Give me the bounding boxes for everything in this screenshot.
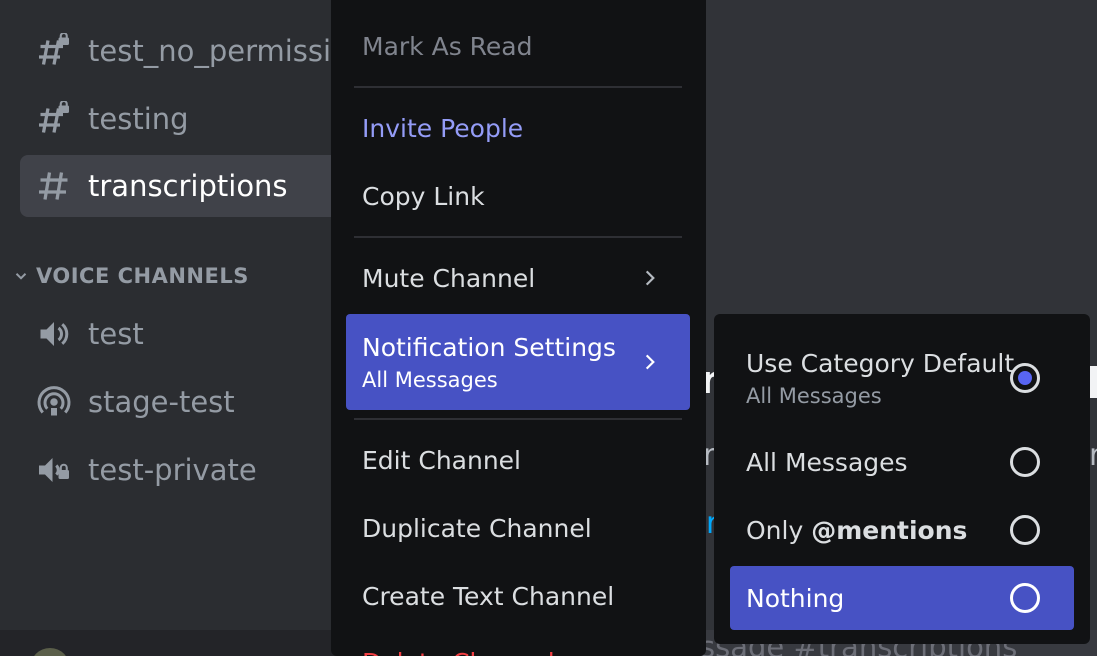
menu-item-notification-settings[interactable]: Notification Settings All Messages [346,314,690,410]
option-label-prefix: Only [746,515,804,545]
menu-item-label: Notification Settings [362,332,616,362]
menu-item-delete-channel[interactable]: Delete Channel [346,628,690,656]
menu-item-invite-people[interactable]: Invite People [346,98,690,158]
menu-item-duplicate-channel[interactable]: Duplicate Channel [346,498,690,558]
menu-item-create-text-channel[interactable]: Create Text Channel [346,566,690,626]
menu-item-copy-link[interactable]: Copy Link [346,166,690,226]
speaker-lock-icon [36,452,72,488]
category-label: VOICE CHANNELS [36,264,249,288]
channel-item-test-no-permissions[interactable]: test_no_permissions [20,20,382,82]
menu-item-edit-channel[interactable]: Edit Channel [346,430,690,490]
radio-icon[interactable] [1010,447,1040,477]
option-label-mentions: @mentions [811,515,968,545]
option-label: Use Category Default [746,348,1015,378]
channel-label: test [88,317,144,351]
option-use-category-default[interactable]: Use Category Default All Messages [730,330,1074,426]
channel-item-transcriptions[interactable]: transcriptions [20,155,350,217]
menu-item-mute-channel[interactable]: Mute Channel [346,248,690,308]
channel-context-menu: Mark As Read Invite People Copy Link Mut… [331,0,706,656]
option-label: All Messages [746,447,908,477]
channel-item-testing[interactable]: testing [20,88,350,150]
welcome-text-fragment-right: r [1089,438,1097,473]
avatar[interactable] [30,648,70,656]
menu-item-label: Mute Channel [362,263,536,293]
hashtag-icon [36,168,72,204]
category-voice-channels[interactable]: VOICE CHANNELS [12,260,249,292]
channel-label: test-private [88,453,257,487]
channel-label: testing [88,102,189,136]
menu-separator [354,86,682,88]
option-sublabel: All Messages [746,383,882,408]
channel-item-stage-test[interactable]: stage-test [20,371,350,433]
speaker-icon [36,316,72,352]
option-all-messages[interactable]: All Messages [730,430,1074,494]
chevron-down-icon [12,267,30,285]
chevron-right-icon [640,352,660,372]
channel-item-voice-test[interactable]: test [20,303,350,365]
notification-settings-submenu: Use Category Default All Messages All Me… [714,314,1090,644]
channel-sidebar: test_no_permissions testing transcriptio… [0,0,382,656]
notification-settings-value: All Messages [362,367,498,392]
option-only-mentions[interactable]: Only @mentions [730,498,1074,562]
chevron-right-icon [640,268,660,288]
stage-icon [36,384,72,420]
option-label: Nothing [746,583,845,613]
hashtag-lock-icon [36,101,72,137]
option-nothing[interactable]: Nothing [730,566,1074,630]
menu-separator [354,236,682,238]
channel-item-test-private[interactable]: test-private [20,439,350,501]
channel-label: transcriptions [88,169,288,203]
channel-label: stage-test [88,385,235,419]
menu-item-mark-as-read[interactable]: Mark As Read [346,16,690,76]
hashtag-lock-icon [36,33,72,69]
radio-icon[interactable] [1010,583,1040,613]
radio-checked-icon[interactable] [1010,363,1040,393]
radio-icon[interactable] [1010,515,1040,545]
heading-edge-fragment [1090,366,1097,398]
user-panel [0,630,340,656]
menu-separator [354,418,682,420]
